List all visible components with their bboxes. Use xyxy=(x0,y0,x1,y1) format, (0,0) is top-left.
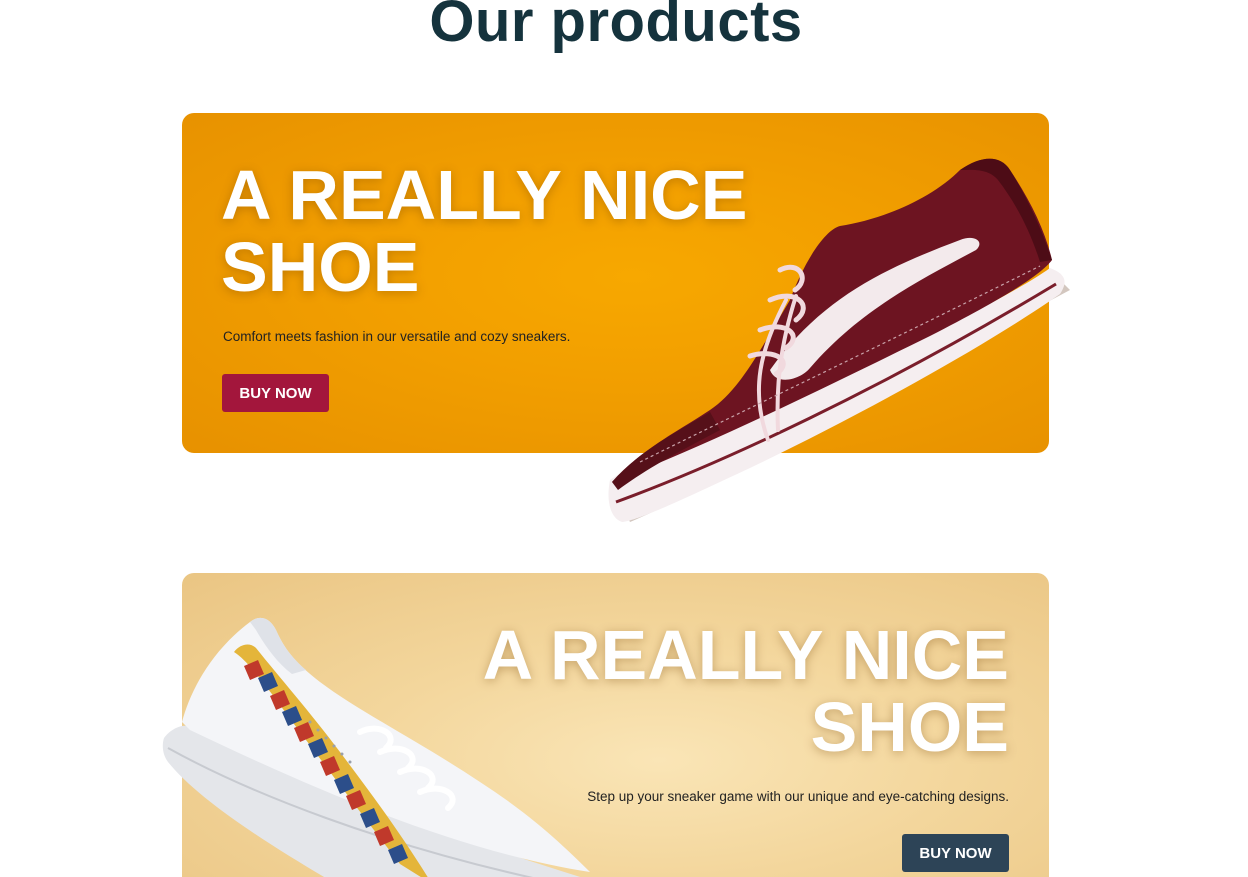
buy-now-button[interactable]: BUY NOW xyxy=(222,374,329,412)
product-description: Comfort meets fashion in our versatile a… xyxy=(223,329,571,344)
product-title-line-2: SHOE xyxy=(810,688,1009,766)
buy-now-button[interactable]: BUY NOW xyxy=(902,834,1009,872)
page-title: Our products xyxy=(429,0,803,54)
product-title-line-2: SHOE xyxy=(221,228,420,306)
products-page: Our products A REALLY NICE SHOE Comfort m… xyxy=(0,0,1248,877)
maroon-sneaker-image xyxy=(608,158,1070,522)
white-sneaker-image xyxy=(162,617,590,877)
product-description: Step up your sneaker game with our uniqu… xyxy=(587,789,1009,804)
